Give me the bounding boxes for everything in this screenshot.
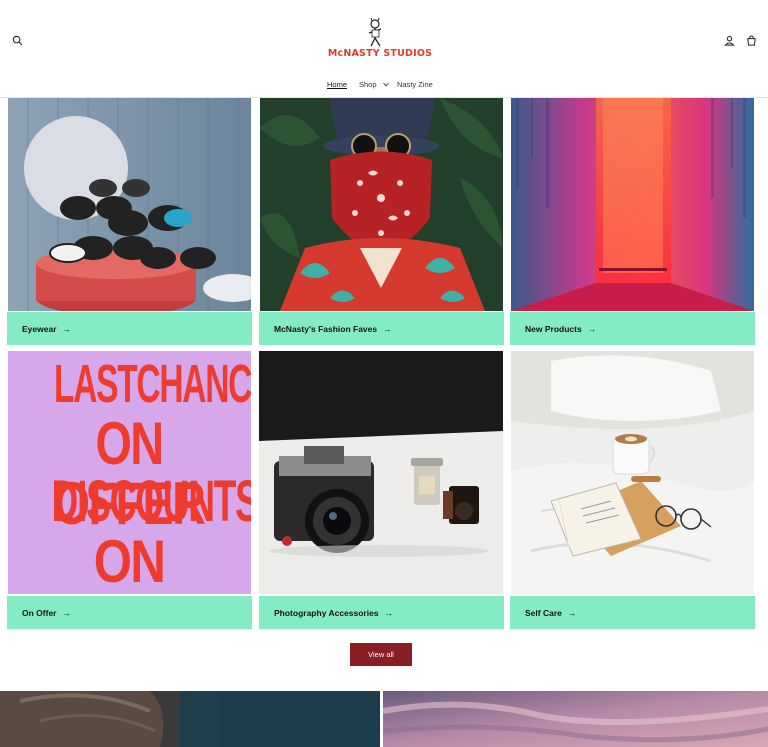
- collection-link-self-care[interactable]: Self Care →: [510, 596, 755, 629]
- collection-title: Eyewear: [22, 324, 57, 334]
- nav-item-shop[interactable]: Shop: [359, 80, 389, 89]
- view-all-button[interactable]: View all: [350, 643, 412, 666]
- on-offer-image: LASTCHANCE ON OFFER DISCOUNTS ON SALE: [8, 351, 251, 594]
- site-header: McNASTY STUDIOS Home Shop Nasty Zine: [0, 0, 768, 98]
- search-icon[interactable]: [8, 31, 26, 49]
- cart-icon[interactable]: [742, 31, 760, 49]
- main-nav: Home Shop Nasty Zine: [0, 80, 768, 94]
- self-care-image: [511, 351, 754, 594]
- collection-link-eyewear[interactable]: Eyewear →: [7, 312, 252, 345]
- collection-link-new-products[interactable]: New Products →: [510, 312, 755, 345]
- photography-image: [259, 351, 503, 594]
- arrow-right-icon: →: [383, 324, 392, 334]
- feature-image-left: [0, 691, 380, 747]
- chevron-down-icon: [382, 80, 389, 89]
- nav-item-nasty-zine[interactable]: Nasty Zine: [397, 80, 433, 89]
- collection-title: McNasty's Fashion Faves: [274, 324, 378, 334]
- collection-title: Photography Accessories: [274, 608, 379, 618]
- new-products-image: [511, 98, 754, 311]
- arrow-right-icon: →: [587, 324, 597, 334]
- fashion-faves-image: [260, 98, 503, 311]
- account-icon[interactable]: [720, 31, 738, 49]
- nav-item-home[interactable]: Home: [327, 80, 347, 89]
- collection-link-photography[interactable]: Photography Accessories →: [259, 596, 504, 629]
- collection-title: New Products: [525, 324, 582, 334]
- feature-image-right: [383, 691, 768, 747]
- arrow-right-icon: →: [62, 608, 71, 618]
- collection-title: Self Care: [525, 608, 562, 618]
- site-logo[interactable]: McNASTY STUDIOS: [322, 17, 438, 62]
- logo-text: McNASTY STUDIOS: [327, 48, 433, 59]
- nav-item-shop-label: Shop: [359, 80, 377, 89]
- promo-text: DISCOUNTS: [51, 469, 251, 534]
- logo-mascot-icon: [368, 17, 382, 47]
- arrow-right-icon: →: [567, 608, 577, 618]
- arrow-right-icon: →: [62, 324, 72, 334]
- eyewear-image: [8, 98, 251, 311]
- collection-link-on-offer[interactable]: On Offer →: [7, 596, 252, 629]
- promo-text: LASTCHANCE: [53, 354, 251, 414]
- collection-title: On Offer: [22, 608, 57, 618]
- collection-link-fashion-faves[interactable]: McNasty's Fashion Faves →: [259, 312, 504, 345]
- promo-text: ON SALE: [67, 528, 193, 595]
- arrow-right-icon: →: [384, 608, 394, 618]
